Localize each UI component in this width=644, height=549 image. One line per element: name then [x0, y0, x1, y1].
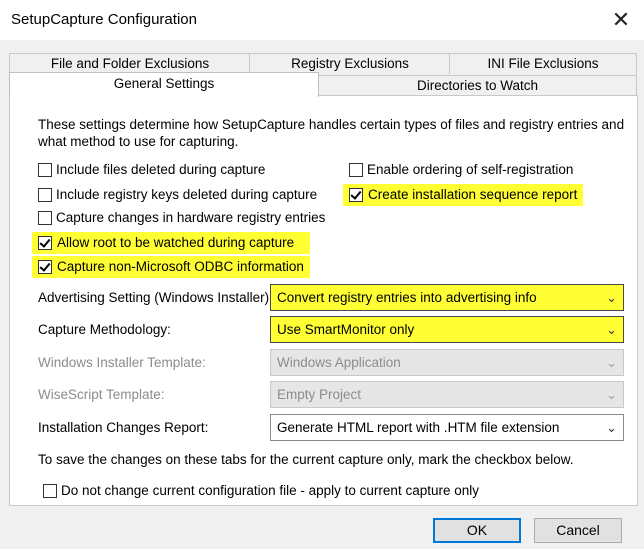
- tab-file-folder-exclusions[interactable]: File and Folder Exclusions: [9, 53, 251, 74]
- select-value: Use SmartMonitor only: [277, 322, 415, 337]
- checkbox[interactable]: [38, 211, 52, 225]
- option-create-sequence-report[interactable]: Create installation sequence report: [343, 184, 583, 206]
- advertising-setting-select[interactable]: Convert registry entries into advertisin…: [270, 284, 624, 311]
- windows-installer-template-label: Windows Installer Template:: [38, 355, 206, 370]
- select-value: Empty Project: [277, 387, 362, 402]
- option-label: Enable ordering of self-registration: [367, 162, 574, 177]
- cancel-button[interactable]: Cancel: [534, 518, 622, 543]
- option-label: Do not change current configuration file…: [61, 483, 479, 498]
- option-label: Capture changes in hardware registry ent…: [56, 210, 326, 225]
- chevron-down-icon: ⌄: [606, 387, 617, 402]
- checkbox-checked[interactable]: [38, 260, 52, 274]
- chevron-down-icon: ⌄: [606, 290, 617, 305]
- installation-changes-report-select[interactable]: Generate HTML report with .HTM file exte…: [270, 414, 624, 441]
- capture-methodology-select[interactable]: Use SmartMonitor only ⌄: [270, 316, 624, 343]
- checkbox[interactable]: [38, 188, 52, 202]
- save-changes-note: To save the changes on these tabs for th…: [38, 452, 574, 467]
- wisescript-template-label: WiseScript Template:: [38, 387, 165, 402]
- settings-description: These settings determine how SetupCaptur…: [38, 117, 625, 149]
- chevron-down-icon: ⌄: [606, 355, 617, 370]
- capture-methodology-label: Capture Methodology:: [38, 322, 171, 337]
- close-icon[interactable]: ✕: [606, 6, 636, 34]
- installation-changes-report-label: Installation Changes Report:: [38, 420, 209, 435]
- windows-installer-template-select: Windows Application ⌄: [270, 349, 624, 376]
- checkbox[interactable]: [43, 484, 57, 498]
- chevron-down-icon: ⌄: [606, 420, 617, 435]
- option-label: Include files deleted during capture: [56, 162, 266, 177]
- tab-general-settings[interactable]: General Settings: [9, 72, 319, 97]
- chevron-down-icon: ⌄: [606, 322, 617, 337]
- option-label: Create installation sequence report: [368, 187, 578, 202]
- option-allow-root-watched[interactable]: Allow root to be watched during capture: [32, 232, 310, 254]
- option-label: Allow root to be watched during capture: [57, 235, 295, 250]
- checkbox-checked[interactable]: [349, 188, 363, 202]
- select-value: Convert registry entries into advertisin…: [277, 290, 537, 305]
- ok-button[interactable]: OK: [433, 518, 521, 543]
- select-value: Generate HTML report with .HTM file exte…: [277, 420, 560, 435]
- tab-registry-exclusions[interactable]: Registry Exclusions: [249, 53, 451, 74]
- wisescript-template-select: Empty Project ⌄: [270, 381, 624, 408]
- tab-ini-file-exclusions[interactable]: INI File Exclusions: [449, 53, 637, 74]
- checkbox[interactable]: [38, 163, 52, 177]
- option-label: Include registry keys deleted during cap…: [56, 187, 318, 202]
- checkbox[interactable]: [349, 163, 363, 177]
- option-label: Capture non-Microsoft ODBC information: [57, 259, 304, 274]
- select-value: Windows Application: [277, 355, 401, 370]
- advertising-setting-label: Advertising Setting (Windows Installer):: [38, 290, 273, 305]
- window-title: SetupCapture Configuration: [11, 11, 197, 28]
- tab-directories-to-watch[interactable]: Directories to Watch: [318, 75, 637, 96]
- checkbox-checked[interactable]: [38, 236, 52, 250]
- option-capture-odbc[interactable]: Capture non-Microsoft ODBC information: [32, 256, 310, 278]
- title-bar: SetupCapture Configuration ✕: [0, 0, 644, 40]
